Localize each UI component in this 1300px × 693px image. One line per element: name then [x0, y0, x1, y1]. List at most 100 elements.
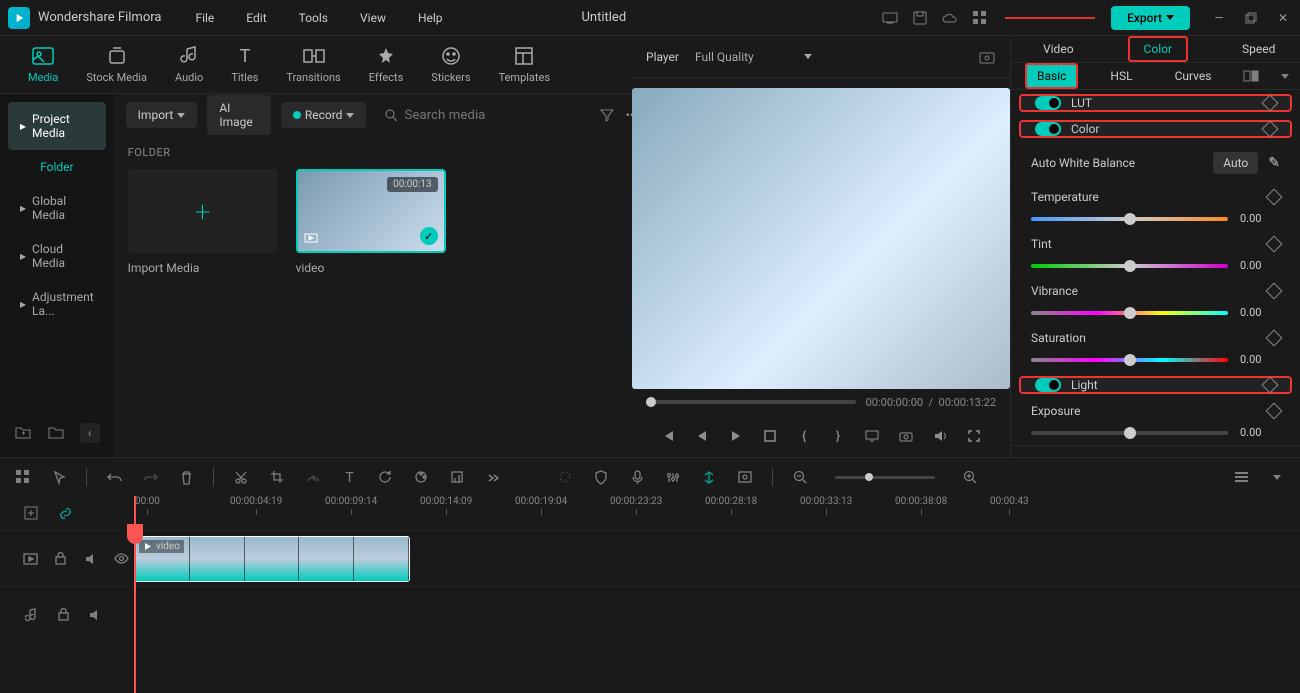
mark-in-icon[interactable]: { [796, 428, 812, 444]
color-tool-icon[interactable] [412, 468, 430, 486]
chevron-down-icon[interactable] [1268, 468, 1286, 486]
link-icon[interactable] [56, 504, 74, 522]
rsub-hsl[interactable]: HSL [1100, 65, 1142, 87]
apps-icon[interactable] [971, 9, 989, 27]
rtab-speed[interactable]: Speed [1228, 38, 1289, 60]
import-media-card[interactable]: + Import Media [128, 169, 278, 275]
shield-icon[interactable] [592, 468, 610, 486]
keyframe-icon[interactable] [1266, 403, 1283, 420]
sidebar-global-media[interactable]: ▸Global Media [8, 184, 106, 232]
preview-canvas[interactable] [632, 88, 1010, 389]
keyframe-icon[interactable] [1266, 236, 1283, 253]
tint-slider[interactable] [1031, 264, 1228, 268]
rtab-video[interactable]: Video [1029, 38, 1088, 60]
volume-icon[interactable] [932, 428, 948, 444]
audio-track-icon[interactable] [22, 606, 40, 624]
chevron-down-icon[interactable] [1281, 67, 1289, 85]
mixer-icon[interactable] [664, 468, 682, 486]
keyframe-icon[interactable] [1266, 330, 1283, 347]
rsub-curves[interactable]: Curves [1165, 65, 1222, 87]
filter-icon[interactable] [599, 106, 614, 124]
light-toggle[interactable] [1035, 378, 1061, 392]
temperature-slider[interactable] [1031, 217, 1228, 221]
minimize-icon[interactable]: — [1210, 9, 1228, 27]
timeline-clip[interactable]: video [134, 536, 410, 582]
grid-icon[interactable] [14, 468, 32, 486]
menu-edit[interactable]: Edit [242, 7, 270, 29]
menu-help[interactable]: Help [414, 7, 447, 29]
lock-icon[interactable] [53, 550, 70, 568]
video-track-icon[interactable] [22, 550, 39, 568]
keyframe-icon[interactable] [1262, 95, 1279, 112]
rsub-basic[interactable]: Basic [1025, 63, 1078, 89]
compare-icon[interactable] [1243, 67, 1259, 85]
import-button[interactable]: Import [126, 102, 198, 128]
keyframe-icon[interactable] [1266, 189, 1283, 206]
track-add-icon[interactable] [22, 504, 40, 522]
tab-media[interactable]: Media [28, 45, 58, 84]
speed-icon[interactable] [304, 468, 322, 486]
video-clip-card[interactable]: 00:00:13 ✓ video [296, 169, 446, 275]
color-toggle[interactable] [1035, 122, 1061, 136]
lut-toggle[interactable] [1035, 96, 1061, 110]
mute-icon[interactable] [83, 550, 100, 568]
crop-icon[interactable] [268, 468, 286, 486]
frame-icon[interactable] [736, 468, 754, 486]
lock-icon[interactable] [54, 606, 72, 624]
quality-select[interactable]: Full Quality [695, 50, 812, 64]
sidebar-project-media[interactable]: ▸Project Media [8, 102, 106, 150]
light-section[interactable]: Light [1019, 376, 1292, 394]
camera-icon[interactable] [898, 428, 914, 444]
ai-image-button[interactable]: AI Image [207, 95, 270, 135]
redo-icon[interactable] [141, 468, 159, 486]
eyedropper-icon[interactable]: ✎ [1268, 155, 1280, 171]
tab-stock[interactable]: Stock Media [86, 45, 147, 84]
tab-stickers[interactable]: Stickers [431, 45, 470, 84]
delete-icon[interactable] [177, 468, 195, 486]
sidebar-folder[interactable]: Folder [8, 150, 106, 184]
lut-section[interactable]: LUT [1019, 94, 1292, 112]
tab-templates[interactable]: Templates [499, 45, 550, 84]
ai-icon[interactable] [556, 468, 574, 486]
playhead-handle[interactable] [127, 524, 143, 544]
sidebar-cloud-media[interactable]: ▸Cloud Media [8, 232, 106, 280]
cloud-icon[interactable] [941, 9, 959, 27]
stop-icon[interactable] [762, 428, 778, 444]
tab-transitions[interactable]: Transitions [286, 45, 340, 84]
scrubber[interactable] [646, 400, 856, 404]
zoom-in-icon[interactable] [961, 468, 979, 486]
tab-titles[interactable]: TTitles [231, 45, 258, 84]
play-icon[interactable] [728, 428, 744, 444]
marker-icon[interactable] [700, 468, 718, 486]
menu-tools[interactable]: Tools [295, 7, 332, 29]
sidebar-adjustment[interactable]: ▸Adjustment La... [8, 280, 106, 328]
mute-icon[interactable] [86, 606, 104, 624]
mark-out-icon[interactable]: } [830, 428, 846, 444]
rtab-color[interactable]: Color [1128, 36, 1188, 62]
more-tools-icon[interactable] [484, 468, 502, 486]
save-icon[interactable] [911, 9, 929, 27]
zoom-slider[interactable] [835, 476, 935, 479]
zoom-out-icon[interactable] [791, 468, 809, 486]
keyframe-icon[interactable] [1266, 283, 1283, 300]
keyframe-icon[interactable] [1262, 377, 1279, 394]
fullscreen-icon[interactable] [966, 428, 982, 444]
keyframe-icon[interactable] [1262, 121, 1279, 138]
saturation-slider[interactable] [1031, 358, 1228, 362]
maximize-icon[interactable] [1242, 9, 1260, 27]
tab-audio[interactable]: Audio [175, 45, 203, 84]
display-icon[interactable] [864, 428, 880, 444]
cut-icon[interactable] [232, 468, 250, 486]
pointer-icon[interactable] [50, 468, 68, 486]
collapse-icon[interactable]: ‹ [80, 423, 100, 443]
close-icon[interactable]: ✕ [1274, 9, 1292, 27]
menu-file[interactable]: File [191, 7, 218, 29]
folder-icon[interactable] [47, 423, 65, 441]
color-section[interactable]: Color [1019, 120, 1292, 138]
exposure-slider[interactable] [1031, 431, 1228, 435]
adjust-icon[interactable] [448, 468, 466, 486]
snapshot-icon[interactable] [978, 48, 996, 66]
new-folder-icon[interactable] [14, 423, 32, 441]
search-input[interactable] [404, 108, 581, 123]
tab-effects[interactable]: Effects [369, 45, 404, 84]
